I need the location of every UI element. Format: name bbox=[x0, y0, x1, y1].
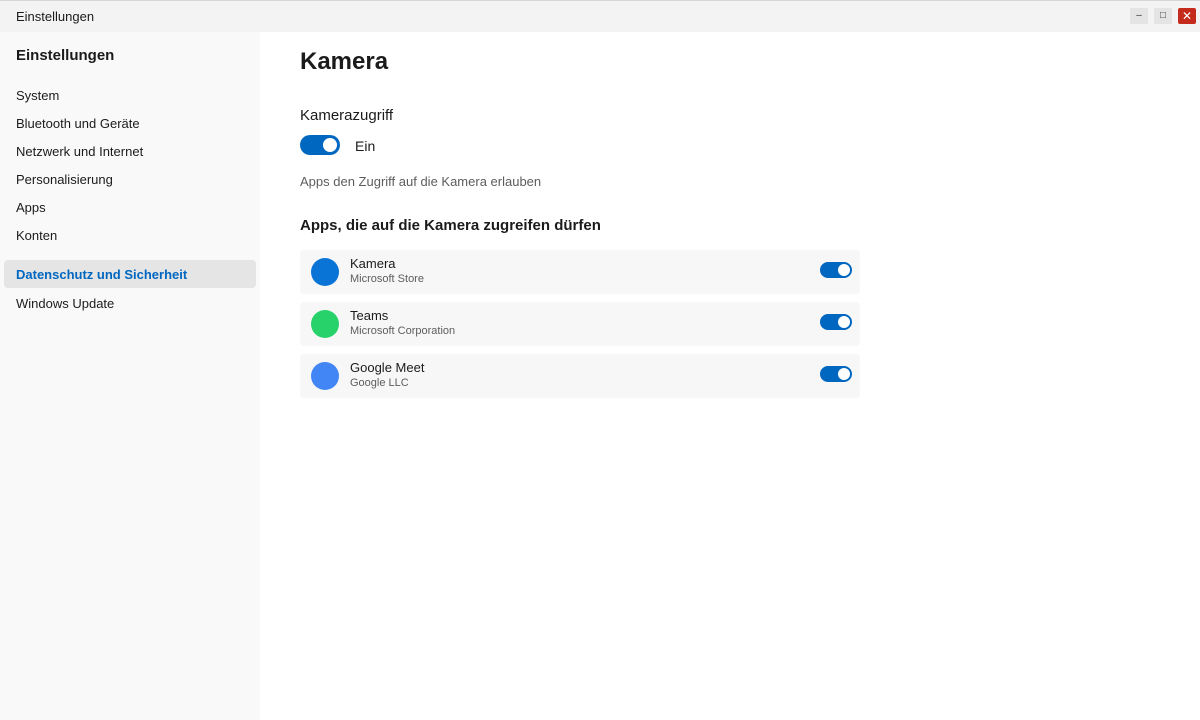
toggle-knob bbox=[838, 264, 850, 276]
sidebar-item-network[interactable]: Netzwerk und Internet bbox=[4, 137, 256, 165]
title-bar: Einstellungen – □ ✕ bbox=[0, 0, 1200, 32]
app-name: Teams bbox=[350, 308, 389, 323]
sidebar-item-privacy[interactable]: Datenschutz und Sicherheit bbox=[4, 260, 256, 288]
camera-access-state: Ein bbox=[355, 138, 376, 154]
window-title: Einstellungen bbox=[16, 9, 95, 24]
toggle-knob bbox=[323, 138, 337, 152]
teams-app-icon bbox=[311, 310, 339, 338]
sidebar-title: Einstellungen bbox=[16, 47, 115, 64]
sidebar-item-accounts[interactable]: Konten bbox=[4, 221, 256, 249]
app-toggle-kamera[interactable] bbox=[820, 262, 852, 278]
window-controls: – □ ✕ bbox=[1130, 8, 1196, 24]
camera-access-description: Apps den Zugriff auf die Kamera erlauben bbox=[300, 174, 542, 189]
app-row-google-meet: Google Meet Google LLC bbox=[300, 354, 860, 398]
sidebar-item-windows-update[interactable]: Windows Update bbox=[4, 289, 256, 317]
page-title: Kamera bbox=[300, 48, 389, 75]
camera-app-icon bbox=[311, 258, 339, 286]
minimize-button[interactable]: – bbox=[1130, 8, 1148, 24]
sidebar-item-system[interactable]: System bbox=[4, 81, 256, 109]
sidebar: Einstellungen System Bluetooth und Gerät… bbox=[0, 32, 260, 720]
apps-heading: Apps, die auf die Kamera zugreifen dürfe… bbox=[300, 217, 601, 234]
sidebar-item-bluetooth[interactable]: Bluetooth und Geräte bbox=[4, 109, 256, 137]
app-row-kamera: Kamera Microsoft Store bbox=[300, 250, 860, 294]
app-name: Google Meet bbox=[350, 360, 425, 375]
app-publisher: Microsoft Corporation bbox=[350, 325, 456, 337]
main-content: Kamera Kamerazugriff Ein Apps den Zugrif… bbox=[260, 32, 1200, 720]
sidebar-item-apps[interactable]: Apps bbox=[4, 193, 256, 221]
toggle-knob bbox=[838, 368, 850, 380]
close-button[interactable]: ✕ bbox=[1178, 8, 1196, 24]
google-meet-app-icon bbox=[311, 362, 339, 390]
app-publisher: Google LLC bbox=[350, 377, 409, 389]
camera-access-label: Kamerazugriff bbox=[300, 107, 394, 124]
app-toggle-teams[interactable] bbox=[820, 314, 852, 330]
app-name: Kamera bbox=[350, 256, 396, 271]
app-toggle-google-meet[interactable] bbox=[820, 366, 852, 382]
sidebar-item-personalization[interactable]: Personalisierung bbox=[4, 165, 256, 193]
camera-access-toggle[interactable] bbox=[300, 135, 340, 155]
app-publisher: Microsoft Store bbox=[350, 273, 424, 285]
toggle-knob bbox=[838, 316, 850, 328]
maximize-button[interactable]: □ bbox=[1154, 8, 1172, 24]
app-row-teams: Teams Microsoft Corporation bbox=[300, 302, 860, 346]
